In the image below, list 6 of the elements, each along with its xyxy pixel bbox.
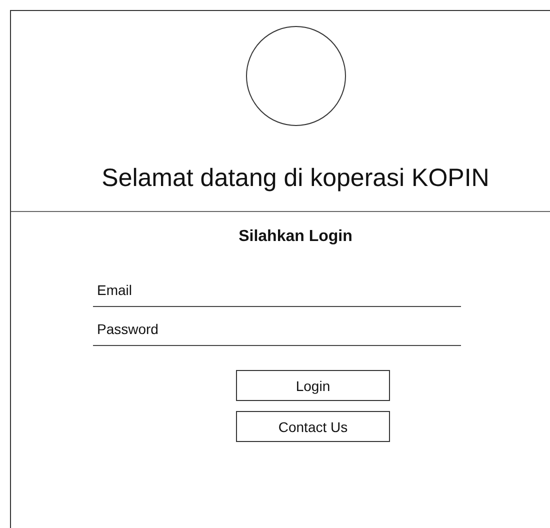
password-field[interactable]: Password (93, 315, 461, 346)
welcome-title: Selamat datang di koperasi KOPIN (102, 164, 490, 193)
login-button[interactable]: Login (236, 370, 390, 401)
email-field[interactable]: Email (93, 276, 461, 307)
login-heading: Silahkan Login (238, 228, 354, 246)
contact-button[interactable]: Contact Us (236, 411, 390, 442)
